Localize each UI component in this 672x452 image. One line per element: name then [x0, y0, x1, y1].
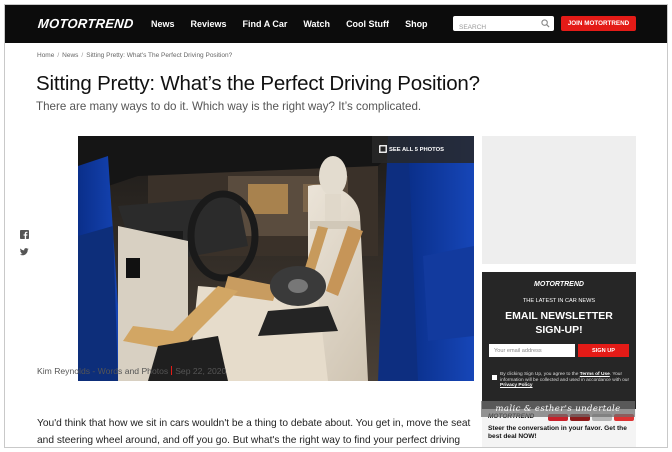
- search-input[interactable]: [453, 20, 537, 35]
- nav-find-a-car[interactable]: Find A Car: [243, 19, 288, 29]
- site-header: MOTORTREND News Reviews Find A Car Watch…: [5, 5, 667, 43]
- article-subtitle: There are many ways to do it. Which way …: [36, 100, 422, 113]
- page-title: Sitting Pretty: What’s the Perfect Drivi…: [36, 72, 480, 95]
- see-all-photos-label: SEE ALL 5 PHOTOS: [389, 146, 444, 153]
- hero-image[interactable]: SEE ALL 5 PHOTOS: [78, 136, 474, 381]
- newsletter-logo: MOTORTREND: [534, 281, 584, 288]
- nav-news[interactable]: News: [151, 19, 175, 29]
- facebook-icon[interactable]: [20, 230, 29, 239]
- byline-divider: [171, 366, 173, 375]
- search-box: [453, 16, 554, 35]
- motortrend-logo[interactable]: MOTORTREND: [37, 16, 134, 31]
- newsletter-kicker: THE LATEST IN CAR NEWS: [522, 298, 596, 304]
- newsletter-title: EMAIL NEWSLETTER SIGN-UP!: [482, 309, 636, 337]
- nav-cool-stuff[interactable]: Cool Stuff: [346, 19, 389, 29]
- article-body-line: You'd think that how we sit in cars woul…: [37, 418, 471, 429]
- breadcrumb-separator: /: [57, 52, 60, 59]
- publish-date: Sep 22, 2020: [175, 366, 227, 376]
- privacy-policy-link[interactable]: Privacy Policy: [500, 383, 533, 388]
- newsletter-title-line: SIGN-UP!: [535, 324, 583, 336]
- see-all-photos-button[interactable]: SEE ALL 5 PHOTOS: [372, 136, 474, 163]
- main-nav: News Reviews Find A Car Watch Cool Stuff…: [151, 5, 444, 43]
- breadcrumb: Home / News / Sitting Pretty: What's The Per…: [37, 52, 232, 59]
- search-icon[interactable]: [541, 19, 550, 28]
- browser-frame: MOTORTREND News Reviews Find A Car Watch…: [4, 4, 668, 448]
- nav-watch[interactable]: Watch: [303, 19, 330, 29]
- newsletter-email-input[interactable]: [489, 344, 575, 357]
- article-body-line: and steering wheel around, and off you g…: [37, 435, 461, 446]
- terms-checkbox[interactable]: [492, 375, 497, 380]
- newsletter-signup-button[interactable]: SIGN UP: [578, 344, 629, 357]
- breadcrumb-news[interactable]: News: [62, 52, 78, 59]
- newsletter-signup: MOTORTREND THE LATEST IN CAR NEWS EMAIL …: [482, 272, 636, 447]
- terms-prefix: By clicking Sign Up, you agree to the: [500, 372, 579, 377]
- breadcrumb-current: Sitting Pretty: What's The Perfect Drivi…: [86, 52, 233, 59]
- breadcrumb-home[interactable]: Home: [37, 52, 54, 59]
- promo-text: Steer the conversation in your favor. Ge…: [488, 425, 627, 440]
- author-name[interactable]: Kim Reynolds - Words and Photos: [37, 366, 168, 376]
- byline: Kim Reynolds - Words and Photos Sep 22, 2…: [37, 366, 226, 376]
- newsletter-title-line: EMAIL NEWSLETTER: [505, 310, 613, 322]
- nav-reviews[interactable]: Reviews: [191, 19, 227, 29]
- terms-of-use-link[interactable]: Terms of Use: [580, 372, 610, 377]
- social-share: [20, 230, 32, 264]
- newsletter-terms: By clicking Sign Up, you agree to the Te…: [500, 372, 630, 389]
- gallery-icon: [379, 145, 387, 153]
- ad-placeholder: [482, 136, 636, 264]
- article-body: You'd think that how we sit in cars woul…: [37, 415, 482, 447]
- car-interior-photo: [78, 136, 474, 381]
- watermark: malic & esther's undertale: [481, 401, 635, 417]
- twitter-icon[interactable]: [20, 247, 29, 256]
- nav-shop[interactable]: Shop: [405, 19, 428, 29]
- breadcrumb-separator: /: [81, 52, 84, 59]
- join-motortrend-button[interactable]: JOIN MOTORTREND: [561, 16, 636, 31]
